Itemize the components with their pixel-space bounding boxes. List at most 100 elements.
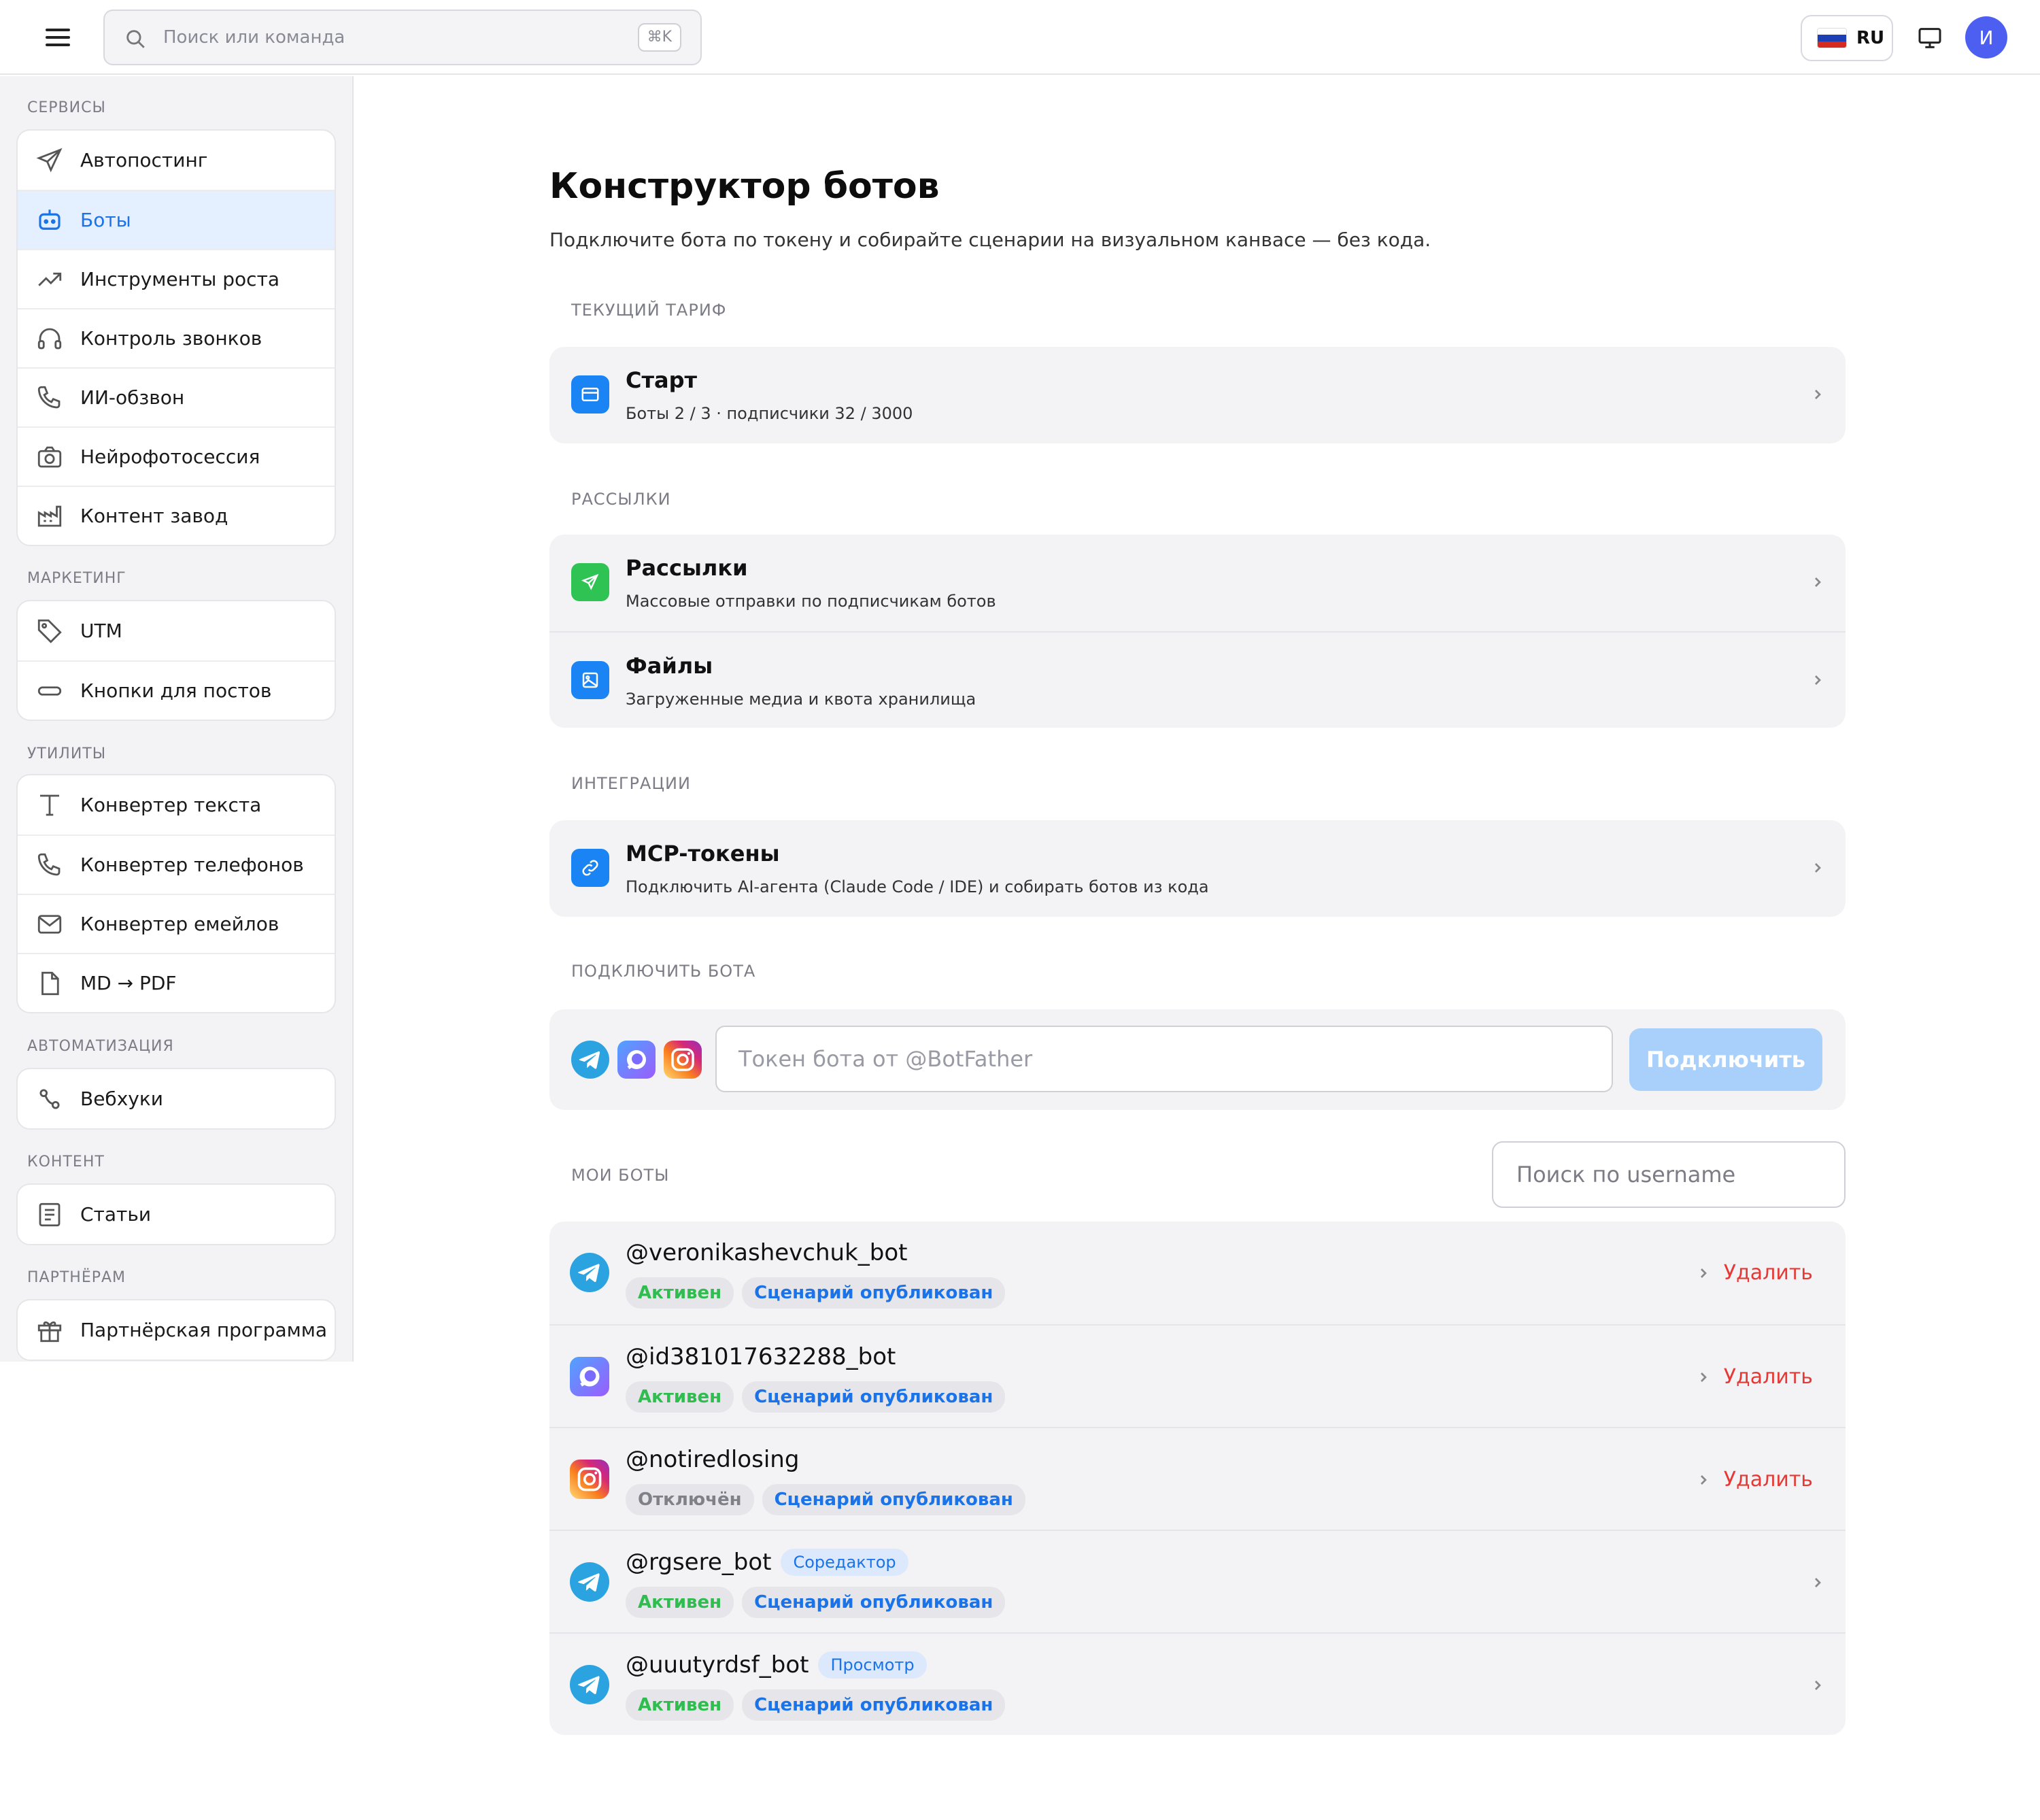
row-desc: Массовые отправки по подписчикам ботов	[626, 592, 996, 611]
sidebar-item-label: Автопостинг	[80, 149, 208, 171]
sidebar-item-label: Контроль звонков	[80, 327, 262, 350]
trending-up-icon	[38, 272, 62, 286]
avatar[interactable]: И	[1965, 16, 2007, 58]
telegram-icon	[570, 1562, 609, 1602]
sidebar-item-bots[interactable]: Боты	[18, 190, 335, 249]
monitor-icon[interactable]	[1916, 24, 1943, 52]
sidebar-section-title: ПАРТНЁРАМ	[27, 1269, 126, 1286]
instagram-icon[interactable]	[664, 1041, 702, 1079]
section-caption: ТЕКУЩИЙ ТАРИФ	[571, 301, 727, 320]
sidebar-item-call-control[interactable]: Контроль звонков	[18, 308, 335, 367]
max-messenger-icon[interactable]	[617, 1041, 656, 1079]
section-caption: ИНТЕГРАЦИИ	[571, 774, 691, 793]
tariff-card: Старт Боты 2 / 3 · подписчики 32 / 3000	[549, 347, 1846, 443]
sidebar-item-label: Нейрофотосессия	[80, 445, 260, 468]
connect-bot-panel: Токен бота от @BotFather Подключить	[549, 1009, 1846, 1110]
mailings-row[interactable]: Рассылки Массовые отправки по подписчика…	[549, 535, 1846, 631]
send-icon	[36, 148, 63, 172]
instagram-icon	[570, 1460, 609, 1499]
chevron-right-icon	[1815, 390, 1821, 399]
bot-name: @uuutyrdsf_bot Просмотр	[626, 1651, 927, 1679]
files-row[interactable]: Файлы Загруженные медиа и квота хранилищ…	[549, 631, 1846, 728]
bot-name: @rgsere_bot Соредактор	[626, 1549, 908, 1576]
page-subtitle: Подключите бота по токену и собирайте сц…	[549, 229, 1431, 251]
sidebar-item-ai-calling[interactable]: ИИ-обзвон	[18, 367, 335, 426]
tariff-details: Боты 2 / 3 · подписчики 32 / 3000	[626, 404, 913, 423]
delete-bot-button[interactable]: Удалить	[1724, 1468, 1813, 1492]
delete-bot-button[interactable]: Удалить	[1724, 1365, 1813, 1389]
gift-icon	[37, 1321, 62, 1342]
russia-flag-icon	[1817, 28, 1847, 48]
sidebar-section-title: КОНТЕНТ	[27, 1153, 105, 1170]
bot-row[interactable]: @rgsere_bot Соредактор Активен Сценарий …	[549, 1530, 1846, 1632]
sidebar-item-neuro-photo[interactable]: Нейрофотосессия	[18, 426, 335, 486]
mailings-card: Рассылки Массовые отправки по подписчика…	[549, 535, 1846, 728]
bot-row[interactable]: @uuutyrdsf_bot Просмотр Активен Сценарий…	[549, 1632, 1846, 1735]
sidebar-item-md-pdf[interactable]: MD → PDF	[18, 953, 335, 1012]
sidebar-item-label: Боты	[80, 209, 131, 231]
section-caption: ПОДКЛЮЧИТЬ БОТА	[571, 962, 756, 981]
search-placeholder: Поиск или команда	[163, 27, 345, 48]
mail-icon	[37, 914, 62, 934]
chevron-right-icon	[1701, 1268, 1707, 1278]
sidebar-item-growth-tools[interactable]: Инструменты роста	[18, 249, 335, 308]
language-switcher[interactable]: RU	[1801, 15, 1893, 61]
sidebar-section-title: АВТОМАТИЗАЦИЯ	[27, 1038, 174, 1055]
connect-button[interactable]: Подключить	[1629, 1028, 1822, 1091]
chevron-right-icon	[1815, 863, 1821, 873]
bot-tags: Отключён Сценарий опубликован	[626, 1484, 1025, 1515]
language-code: RU	[1856, 28, 1885, 48]
sidebar-item-text-converter[interactable]: Конвертер текста	[18, 775, 335, 835]
bot-name: @id381017632288_bot	[626, 1343, 896, 1370]
bot-tags: Активен Сценарий опубликован	[626, 1381, 1006, 1413]
telegram-icon[interactable]	[571, 1041, 609, 1079]
sidebar-group-marketing: UTM Кнопки для постов	[16, 600, 336, 721]
bot-tags: Активен Сценарий опубликован	[626, 1587, 1006, 1618]
sidebar-item-label: ИИ-обзвон	[80, 386, 185, 409]
row-desc: Загруженные медиа и квота хранилища	[626, 690, 976, 709]
tariff-row[interactable]: Старт Боты 2 / 3 · подписчики 32 / 3000	[549, 347, 1846, 443]
chevron-right-icon	[1815, 1681, 1821, 1690]
bot-icon	[39, 209, 61, 230]
max-messenger-icon	[570, 1357, 609, 1396]
row-title: Файлы	[626, 653, 713, 679]
sidebar-item-content-factory[interactable]: Контент завод	[18, 486, 335, 545]
button-icon	[37, 686, 62, 696]
article-icon	[39, 1202, 61, 1226]
sidebar-item-post-buttons[interactable]: Кнопки для постов	[18, 660, 335, 720]
sidebar-item-label: Партнёрская программа	[80, 1319, 328, 1341]
bot-row[interactable]: @notiredlosing Отключён Сценарий опублик…	[549, 1427, 1846, 1530]
image-icon	[571, 661, 609, 699]
sidebar-item-autoposting[interactable]: Автопостинг	[18, 131, 335, 190]
status-badge: Активен	[626, 1277, 734, 1309]
scenario-badge: Сценарий опубликован	[742, 1277, 1006, 1309]
mcp-tokens-row[interactable]: MCP-токены Подключить AI-агента (Claude …	[549, 820, 1846, 917]
menu-icon[interactable]	[44, 26, 72, 49]
sidebar-item-partner-program[interactable]: Партнёрская программа	[18, 1300, 335, 1360]
sidebar-item-utm[interactable]: UTM	[18, 601, 335, 660]
sidebar-item-articles[interactable]: Статьи	[18, 1185, 335, 1244]
sidebar-item-webhooks[interactable]: Вебхуки	[18, 1069, 335, 1128]
text-icon	[40, 794, 59, 815]
command-search-input[interactable]: Поиск или команда ⌘K	[103, 10, 702, 65]
sidebar-section-title: МАРКЕТИНГ	[27, 570, 126, 587]
bot-username: @id381017632288_bot	[626, 1343, 896, 1370]
telegram-icon	[570, 1665, 609, 1704]
bot-token-input[interactable]: Токен бота от @BotFather	[715, 1026, 1613, 1092]
sidebar-item-phone-converter[interactable]: Конвертер телефонов	[18, 835, 335, 894]
phone-icon	[37, 386, 61, 408]
delete-bot-button[interactable]: Удалить	[1724, 1261, 1813, 1285]
bot-username-search-input[interactable]: Поиск по username	[1492, 1141, 1846, 1208]
top-bar: Поиск или команда ⌘K RU И	[0, 0, 2040, 75]
chevron-right-icon	[1815, 675, 1821, 685]
bot-row[interactable]: @veronikashevchuk_bot Активен Сценарий о…	[549, 1221, 1846, 1324]
sidebar-group-partners: Партнёрская программа	[16, 1299, 336, 1361]
search-icon	[126, 30, 145, 48]
bot-row[interactable]: @id381017632288_bot Активен Сценарий опу…	[549, 1324, 1846, 1427]
bot-username: @veronikashevchuk_bot	[626, 1239, 908, 1266]
chevron-right-icon	[1701, 1372, 1707, 1382]
sidebar-item-label: Кнопки для постов	[80, 679, 272, 702]
sidebar-item-email-converter[interactable]: Конвертер емейлов	[18, 894, 335, 953]
row-title: Рассылки	[626, 555, 748, 581]
section-caption: МОИ БОТЫ	[571, 1166, 670, 1185]
